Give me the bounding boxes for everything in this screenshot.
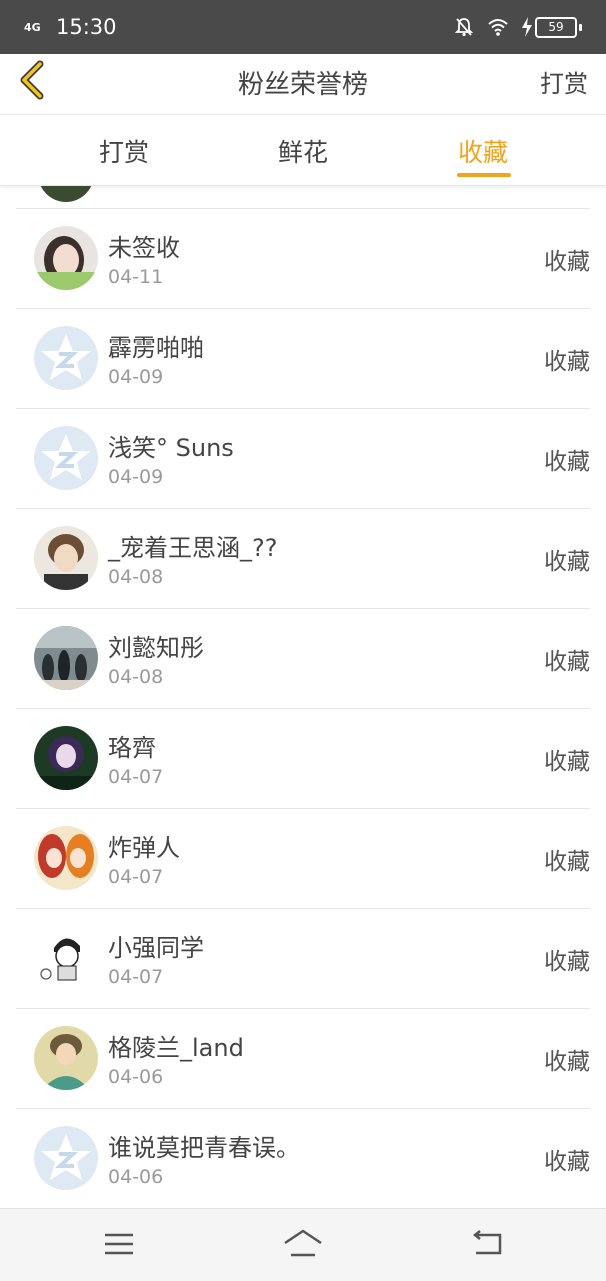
action-label: 收藏: [544, 449, 590, 475]
avatar[interactable]: [34, 926, 98, 990]
action-label: 收藏: [544, 749, 590, 775]
user-name: 霹雳啪啪: [108, 334, 204, 362]
page-title: 粉丝荣誉榜: [237, 70, 368, 100]
avatar[interactable]: [34, 826, 98, 890]
battery-indicator: 59: [521, 16, 582, 38]
action-label: 收藏: [544, 949, 590, 975]
action-label: 收藏: [544, 1149, 590, 1175]
list-item[interactable]: 浅笑° Suns 04-09 收藏: [16, 408, 590, 509]
mute-bell-icon: [454, 18, 474, 37]
battery-level: 59: [535, 16, 577, 38]
date-label: 04-09: [108, 366, 164, 388]
date-label: 04-07: [108, 866, 164, 888]
user-name: _宠着王思涵_??: [108, 534, 278, 562]
date-label: 04-08: [108, 566, 164, 588]
action-label: 收藏: [544, 849, 590, 875]
active-tab-indicator: [457, 173, 511, 177]
avatar[interactable]: [34, 426, 98, 490]
date-label: 04-06: [108, 1166, 164, 1188]
default-star-avatar-icon: [34, 1126, 98, 1190]
list-item[interactable]: 未签收 04-11 收藏: [16, 208, 590, 309]
tab-favorites[interactable]: 收藏: [433, 133, 533, 169]
date-label: 04-07: [108, 766, 164, 788]
reward-button[interactable]: 打赏: [540, 64, 588, 99]
list-item[interactable]: 谁说莫把青春误。 04-06 收藏: [16, 1108, 590, 1208]
action-label: 收藏: [544, 349, 590, 375]
user-name: 谁说莫把青春误。: [108, 1134, 300, 1162]
network-indicator: 4G: [24, 20, 41, 34]
status-time: 15:30: [56, 15, 117, 39]
list-item[interactable]: 小强同学 04-07 收藏: [16, 908, 590, 1009]
date-label: 04-09: [108, 466, 164, 488]
avatar[interactable]: [34, 326, 98, 390]
user-name: 浅笑° Suns: [108, 434, 234, 462]
system-nav-bar: [0, 1208, 606, 1281]
user-name: 刘懿知彤: [108, 634, 204, 662]
list-item[interactable]: 炸弹人 04-07 收藏: [16, 808, 590, 909]
list-item[interactable]: 霹雳啪啪 04-09 收藏: [16, 308, 590, 409]
user-name: 未签收: [108, 234, 180, 262]
default-star-avatar-icon: [34, 326, 98, 390]
list-item-partial: [16, 186, 590, 209]
tab-flowers[interactable]: 鲜花: [253, 133, 353, 169]
avatar[interactable]: [34, 526, 98, 590]
status-bar: 4G 15:30 59: [0, 0, 606, 54]
menu-icon[interactable]: [99, 1227, 139, 1261]
list-item[interactable]: 格陵兰_land 04-06 收藏: [16, 1008, 590, 1109]
avatar: [38, 186, 94, 202]
avatar[interactable]: [34, 1126, 98, 1190]
user-name: 炸弹人: [108, 834, 180, 862]
list-item[interactable]: 刘懿知彤 04-08 收藏: [16, 608, 590, 709]
default-star-avatar-icon: [34, 426, 98, 490]
date-label: 04-06: [108, 1066, 164, 1088]
date-label: 04-11: [108, 266, 164, 288]
avatar[interactable]: [34, 626, 98, 690]
tab-bar: 打赏 鲜花 收藏: [0, 115, 606, 186]
date-label: 04-07: [108, 966, 164, 988]
user-name: 珞齊: [108, 734, 156, 762]
fan-list[interactable]: 未签收 04-11 收藏 霹雳啪啪 04-09 收藏 浅笑° Suns 04-0…: [0, 186, 606, 1208]
date-label: 04-08: [108, 666, 164, 688]
user-name: 小强同学: [108, 934, 204, 962]
tab-reward[interactable]: 打赏: [74, 133, 174, 169]
avatar[interactable]: [34, 726, 98, 790]
action-label: 收藏: [544, 249, 590, 275]
avatar[interactable]: [34, 226, 98, 290]
user-name: 格陵兰_land: [108, 1034, 244, 1062]
action-label: 收藏: [544, 649, 590, 675]
avatar[interactable]: [34, 1026, 98, 1090]
wifi-icon: [488, 19, 508, 36]
action-label: 收藏: [544, 1049, 590, 1075]
list-item[interactable]: _宠着王思涵_?? 04-08 收藏: [16, 508, 590, 609]
list-item[interactable]: 珞齊 04-07 收藏: [16, 708, 590, 809]
action-label: 收藏: [544, 549, 590, 575]
back-icon[interactable]: [468, 1227, 508, 1261]
charging-icon: [522, 17, 532, 37]
title-bar: 粉丝荣誉榜 打赏: [0, 54, 606, 115]
home-icon[interactable]: [283, 1227, 323, 1261]
